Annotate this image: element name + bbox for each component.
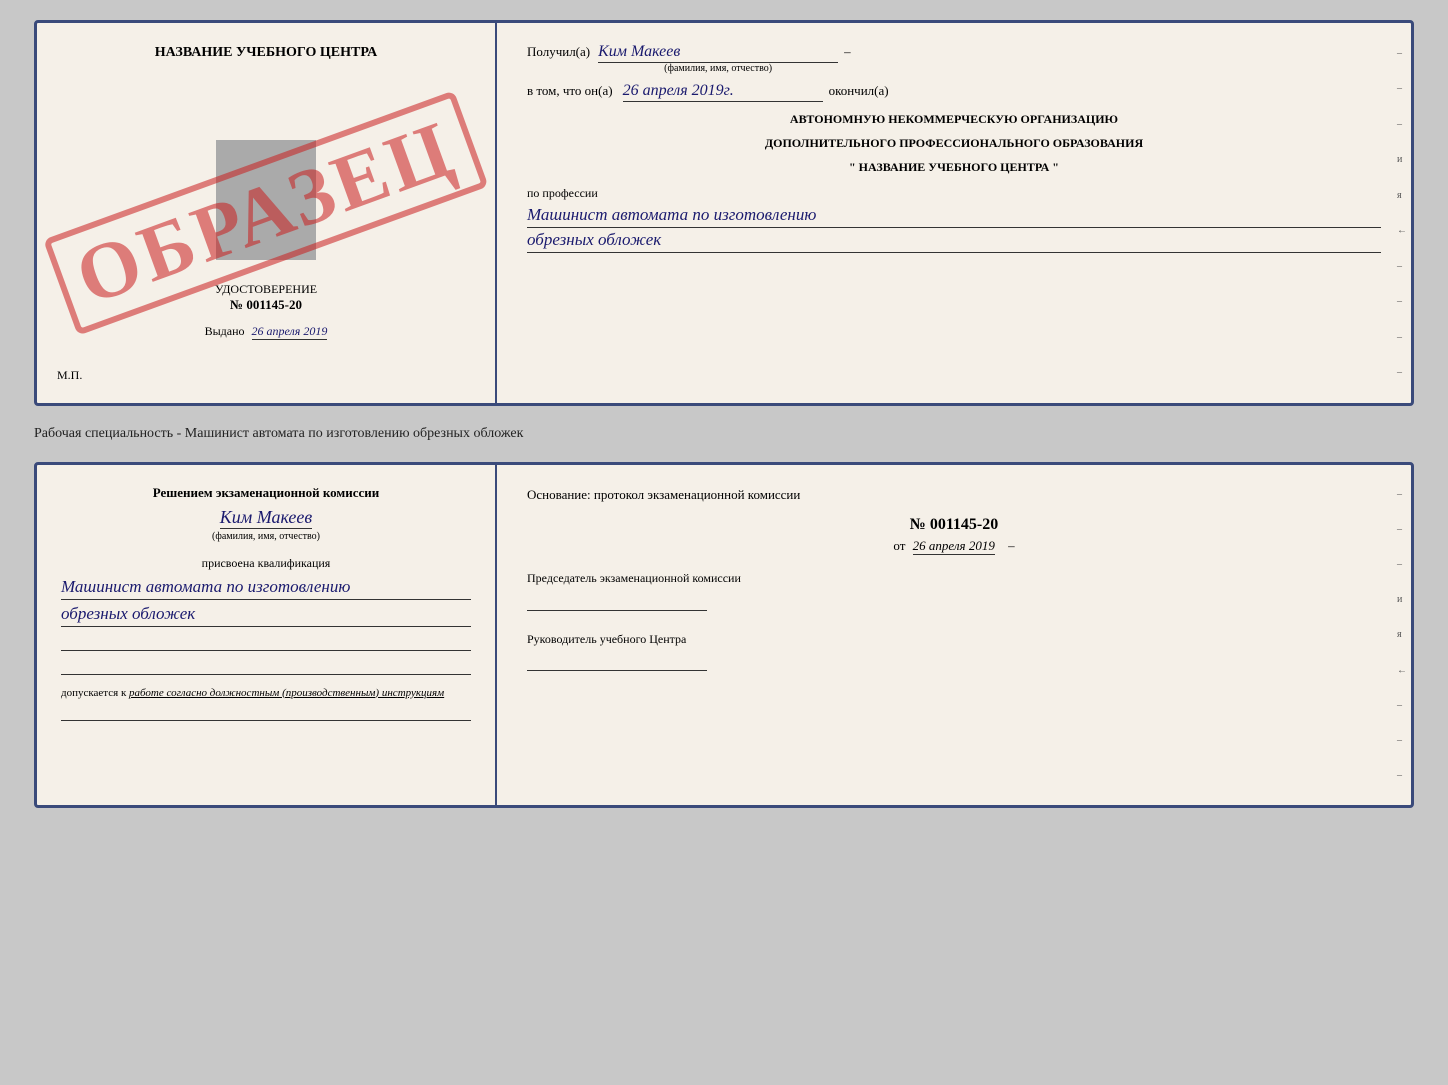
school-name-label: НАЗВАНИЕ УЧЕБНОГО ЦЕНТРА: [155, 45, 377, 60]
bottom-name-sub: (фамилия, имя, отчество): [212, 531, 320, 542]
mp-label: М.П.: [57, 368, 82, 383]
chair-label: Председатель экзаменационной комиссии: [527, 570, 1381, 587]
director-label: Руководитель учебного Центра: [527, 631, 1381, 648]
bottom-cert-right: Основание: протокол экзаменационной коми…: [497, 465, 1411, 805]
received-row: Получил(а) Ким Макеев (фамилия, имя, отч…: [527, 43, 1381, 74]
bottom-person-name: Ким Макеев: [220, 507, 312, 529]
profession-line2: обрезных обложек: [527, 228, 1381, 253]
side-marks-bottom: – – – и я ← – – –: [1397, 465, 1407, 805]
director-section: Руководитель учебного Центра: [527, 631, 1381, 672]
qual-line2: обрезных обложек: [61, 602, 471, 627]
protocol-dash: –: [1008, 538, 1015, 553]
basis-label: Основание: протокол экзаменационной коми…: [527, 487, 800, 502]
name-sub-label: (фамилия, имя, отчество): [664, 63, 772, 74]
protocol-number: № 001145-20: [527, 516, 1381, 534]
decision-label: Решением экзаменационной комиссии: [61, 485, 471, 501]
bottom-certificate-card: Решением экзаменационной комиссии Ким Ма…: [34, 462, 1414, 808]
issued-section: Выдано 26 апреля 2019: [205, 324, 328, 339]
blank-line-2: [61, 659, 471, 675]
assigned-label: присвоена квалификация: [61, 556, 471, 571]
allows-section: допускается к работе согласно должностны…: [61, 685, 471, 702]
profession-label: по профессии: [527, 186, 1381, 201]
bottom-cert-left: Решением экзаменационной комиссии Ким Ма…: [37, 465, 497, 805]
qual-line1: Машинист автомата по изготовлению: [61, 575, 471, 600]
profession-line1: Машинист автомата по изготовлению: [527, 203, 1381, 228]
top-cert-right: Получил(а) Ким Макеев (фамилия, имя, отч…: [497, 23, 1411, 403]
in-that-row: в том, что он(а) 26 апреля 2019г. окончи…: [527, 82, 1381, 102]
school-name-top: НАЗВАНИЕ УЧЕБНОГО ЦЕНТРА: [57, 43, 475, 61]
blank-line-3: [61, 705, 471, 721]
org-line1: АВТОНОМНУЮ НЕКОММЕРЧЕСКУЮ ОРГАНИЗАЦИЮ: [527, 110, 1381, 128]
separator-section: Рабочая специальность - Машинист автомат…: [34, 422, 1414, 446]
received-label: Получил(а): [527, 44, 590, 60]
side-marks-top: – – – и я ← – – – –: [1397, 23, 1407, 403]
cert-label: УДОСТОВЕРЕНИЕ: [215, 282, 317, 297]
basis-section: Основание: протокол экзаменационной коми…: [527, 485, 1381, 506]
director-sig-line: [527, 651, 707, 671]
protocol-date-value: 26 апреля 2019: [913, 538, 995, 555]
separator-text: Рабочая специальность - Машинист автомат…: [34, 426, 523, 441]
chair-sig-line: [527, 591, 707, 611]
allows-underline-text: работе согласно должностным (производств…: [129, 687, 444, 699]
chair-section: Председатель экзаменационной комиссии: [527, 570, 1381, 611]
issued-label: Выдано: [205, 324, 245, 338]
cert-number: № 001145-20: [215, 297, 317, 313]
finished-label: окончил(а): [829, 83, 889, 99]
org-line3: " НАЗВАНИЕ УЧЕБНОГО ЦЕНТРА ": [527, 158, 1381, 176]
received-name: Ким Макеев: [598, 43, 838, 63]
top-cert-left: НАЗВАНИЕ УЧЕБНОГО ЦЕНТРА УДОСТОВЕРЕНИЕ №…: [37, 23, 497, 403]
allows-label: допускается к: [61, 687, 126, 699]
top-certificate-card: НАЗВАНИЕ УЧЕБНОГО ЦЕНТРА УДОСТОВЕРЕНИЕ №…: [34, 20, 1414, 406]
issued-date: 26 апреля 2019: [252, 324, 328, 340]
org-line2: ДОПОЛНИТЕЛЬНОГО ПРОФЕССИОНАЛЬНОГО ОБРАЗО…: [527, 134, 1381, 152]
dash1: –: [844, 44, 851, 60]
protocol-date-prefix: от: [893, 538, 905, 553]
in-that-label: в том, что он(а): [527, 83, 613, 99]
in-that-date: 26 апреля 2019г.: [623, 82, 823, 102]
blank-line-1: [61, 635, 471, 651]
protocol-date: от 26 апреля 2019 –: [527, 538, 1381, 554]
